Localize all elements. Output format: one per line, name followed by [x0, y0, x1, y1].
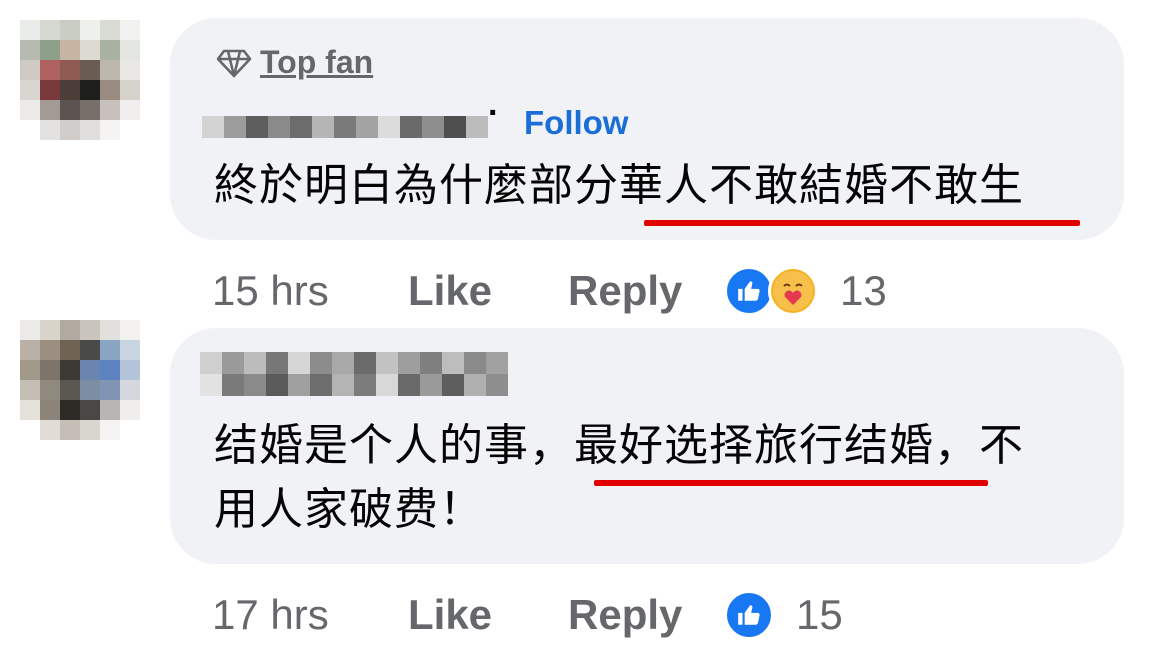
- reaction-count: 15: [796, 591, 843, 638]
- comment-bubble: Top fan · Follow 終於明白為什麼部分華人不敢結婚不敢生: [170, 18, 1124, 240]
- follow-button[interactable]: Follow: [524, 104, 628, 142]
- highlight-underline: [594, 480, 988, 486]
- reply-button[interactable]: Reply: [568, 591, 724, 639]
- commenter-name-blurred[interactable]: [200, 352, 508, 374]
- separator-dot: ·: [488, 94, 500, 132]
- comment-text: 終於明白為什麼部分華人不敢結婚不敢生: [214, 161, 1024, 210]
- like-button[interactable]: Like: [408, 591, 568, 639]
- reply-button[interactable]: Reply: [568, 267, 724, 315]
- reactions-summary[interactable]: 15: [724, 590, 843, 640]
- diamond-icon: [216, 49, 252, 77]
- timestamp[interactable]: 17 hrs: [212, 591, 408, 639]
- like-icon: [724, 266, 774, 316]
- top-fan-badge[interactable]: Top fan: [216, 44, 373, 81]
- like-icon: [724, 590, 774, 640]
- comment-bubble: 结婚是个人的事，最好选择旅行结婚，不 用人家破费！: [170, 328, 1124, 564]
- commenter-name-blurred-row2: [200, 374, 508, 396]
- timestamp[interactable]: 15 hrs: [212, 267, 408, 315]
- like-button[interactable]: Like: [408, 267, 568, 315]
- avatar[interactable]: [20, 320, 140, 440]
- reaction-count: 13: [840, 267, 887, 314]
- top-fan-label: Top fan: [260, 44, 374, 80]
- care-icon: [768, 266, 818, 316]
- comment-text-line: 用人家破费！: [214, 485, 484, 534]
- comment-text: 结婚是个人的事，最好选择旅行结婚，不 用人家破费！: [214, 414, 1024, 542]
- avatar[interactable]: [20, 20, 140, 140]
- reactions-summary[interactable]: 13: [724, 266, 887, 316]
- comment-text-line: 结婚是个人的事，最好选择旅行结婚，不: [214, 421, 1024, 470]
- comment-actions: 15 hrs Like Reply 13: [212, 266, 887, 316]
- highlight-underline: [644, 220, 1080, 226]
- commenter-name-blurred[interactable]: [202, 116, 488, 138]
- comment-actions: 17 hrs Like Reply 15: [212, 590, 843, 640]
